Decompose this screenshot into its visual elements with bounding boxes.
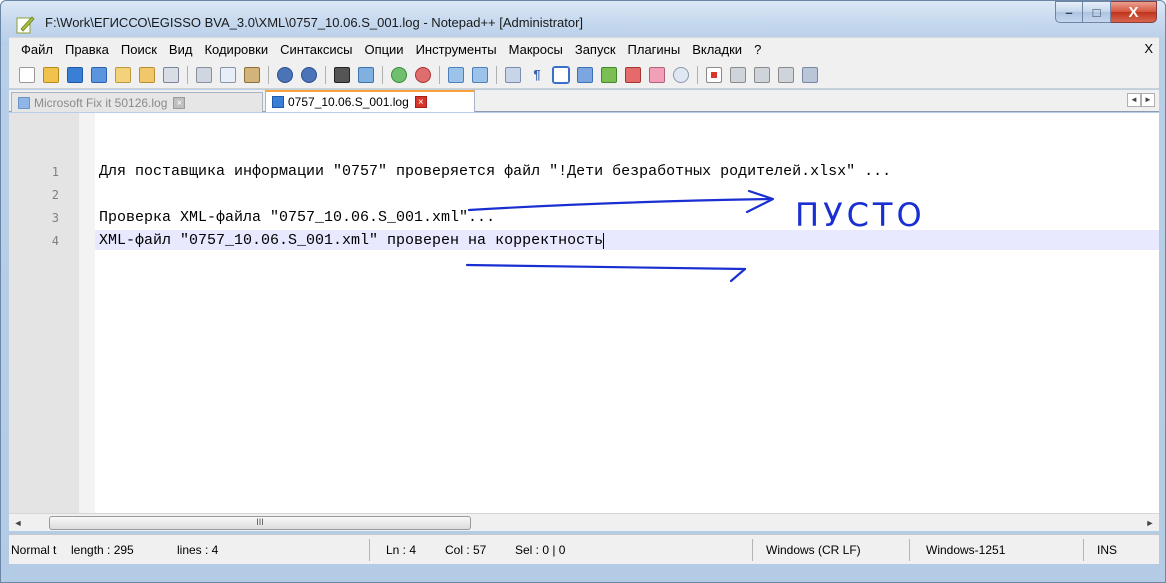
tab-microsoft-fix-it-log[interactable]: Microsoft Fix it 50126.log × [11, 92, 263, 112]
code-line[interactable]: Для поставщика информации "0757" проверя… [99, 163, 891, 180]
find-icon[interactable] [334, 66, 350, 83]
menu-tools[interactable]: Инструменты [410, 42, 503, 57]
code-line[interactable]: Проверка XML-файла "0757_10.06.S_001.xml… [99, 209, 495, 226]
status-bar: Normal t length : 295 lines : 4 Ln : 4 C… [9, 534, 1159, 564]
tab-scroll-left-button[interactable]: ◄ [1127, 93, 1141, 107]
open-file-icon[interactable] [43, 66, 59, 83]
toolbar-separator [382, 65, 383, 84]
scrollbar-thumb[interactable]: III [49, 516, 471, 530]
function-list-icon[interactable] [601, 66, 617, 83]
toolbar-separator [268, 65, 269, 84]
show-all-chars-icon[interactable]: ¶ [529, 66, 545, 83]
monitor-icon[interactable] [673, 66, 689, 83]
status-encoding: Windows-1251 [926, 543, 1006, 557]
saved-file-icon [18, 96, 30, 109]
menu-view[interactable]: Вид [163, 42, 199, 57]
text-caret [603, 233, 604, 249]
status-separator [909, 539, 910, 561]
close-icon[interactable] [115, 66, 131, 83]
menu-settings[interactable]: Опции [358, 42, 409, 57]
menu-language[interactable]: Синтаксисы [274, 42, 358, 57]
indent-guide-icon[interactable] [552, 65, 570, 84]
menu-edit[interactable]: Правка [59, 42, 115, 57]
play-macro-icon[interactable] [754, 66, 770, 83]
folder-as-workspace-icon[interactable] [625, 66, 641, 83]
doc-list-icon[interactable] [649, 66, 665, 83]
notepad-window: F:\Work\ЕГИССО\EGISSO BVA_3.0\XML\0757_1… [0, 0, 1166, 583]
zoom-in-icon[interactable] [391, 66, 407, 83]
status-length: length : 295 [71, 543, 134, 557]
tab-scroll-right-button[interactable]: ► [1141, 93, 1155, 107]
close-all-icon[interactable] [139, 66, 155, 83]
status-lines: lines : 4 [177, 543, 219, 557]
saved-file-icon [272, 96, 284, 108]
menu-window[interactable]: Вкладки [686, 42, 748, 57]
line-number: 4 [51, 234, 59, 248]
fold-margin [79, 113, 95, 513]
maximize-button[interactable]: □ [1083, 1, 1111, 23]
print-icon[interactable] [163, 66, 179, 83]
save-macro-icon[interactable] [802, 66, 818, 83]
redo-icon[interactable] [301, 66, 317, 83]
menu-plugins[interactable]: Плагины [622, 42, 687, 57]
tab-label: 0757_10.06.S_001.log [288, 95, 409, 109]
replace-icon[interactable] [358, 66, 374, 83]
horizontal-scrollbar[interactable]: ◄ III ► [9, 513, 1159, 531]
status-separator [369, 539, 370, 561]
cut-icon[interactable] [196, 66, 212, 83]
menu-bar: Файл Правка Поиск Вид Кодировки Синтакси… [9, 37, 1159, 61]
toolbar: ¶ [9, 61, 1159, 89]
status-selection: Sel : 0 | 0 [515, 543, 566, 557]
copy-icon[interactable] [220, 66, 236, 83]
notepad-plus-plus-icon [16, 16, 35, 34]
toolbar-separator [187, 65, 188, 84]
word-wrap-icon[interactable] [505, 66, 521, 83]
menu-file[interactable]: Файл [15, 42, 59, 57]
line-number: 1 [51, 165, 59, 179]
line-number: 3 [51, 211, 59, 225]
text-editor[interactable]: 1 2 3 4 Для поставщика информации "0757"… [9, 113, 1159, 513]
toolbar-separator [439, 65, 440, 84]
line-number: 2 [51, 188, 59, 202]
menu-macro[interactable]: Макросы [503, 42, 569, 57]
tab-bar: Microsoft Fix it 50126.log × 0757_10.06.… [9, 90, 1159, 112]
menu-search[interactable]: Поиск [115, 42, 163, 57]
record-macro-icon[interactable] [706, 66, 722, 83]
tab-close-icon[interactable]: × [414, 96, 427, 108]
save-icon[interactable] [67, 66, 83, 83]
code-line[interactable]: XML-файл "0757_10.06.S_001.xml" проверен… [99, 232, 603, 249]
status-column: Col : 57 [445, 543, 487, 557]
status-separator [1083, 539, 1084, 561]
status-insert-mode: INS [1097, 543, 1118, 557]
tab-close-icon[interactable]: × [173, 96, 186, 109]
toolbar-separator [697, 65, 698, 84]
paste-icon[interactable] [244, 66, 260, 83]
status-separator [752, 539, 753, 561]
stop-record-icon[interactable] [730, 66, 746, 83]
status-line: Ln : 4 [386, 543, 417, 557]
minimize-button[interactable]: – [1055, 1, 1083, 23]
scroll-left-icon[interactable]: ◄ [11, 516, 25, 530]
status-eol: Windows (CR LF) [766, 543, 861, 557]
save-all-icon[interactable] [91, 66, 107, 83]
toolbar-separator [325, 65, 326, 84]
status-doc-type: Normal t [11, 543, 57, 557]
sync-vertical-icon[interactable] [448, 66, 464, 83]
scroll-right-icon[interactable]: ► [1143, 516, 1157, 530]
doc-map-icon[interactable] [577, 66, 593, 83]
sync-horizontal-icon[interactable] [472, 66, 488, 83]
zoom-out-icon[interactable] [415, 66, 431, 83]
new-file-icon[interactable] [19, 66, 35, 83]
tab-label: Microsoft Fix it 50126.log [34, 95, 168, 110]
undo-icon[interactable] [277, 66, 293, 83]
toolbar-separator [496, 65, 497, 84]
menu-encoding[interactable]: Кодировки [198, 42, 274, 57]
menu-run[interactable]: Запуск [569, 42, 622, 57]
window-title: F:\Work\ЕГИССО\EGISSO BVA_3.0\XML\0757_1… [45, 15, 584, 30]
menu-close-doc-button[interactable]: X [1144, 41, 1153, 56]
close-button[interactable]: X [1111, 1, 1157, 23]
run-macro-multiple-icon[interactable] [778, 66, 794, 83]
menu-help[interactable]: ? [748, 42, 767, 57]
tab-0757-log[interactable]: 0757_10.06.S_001.log × [265, 90, 475, 112]
